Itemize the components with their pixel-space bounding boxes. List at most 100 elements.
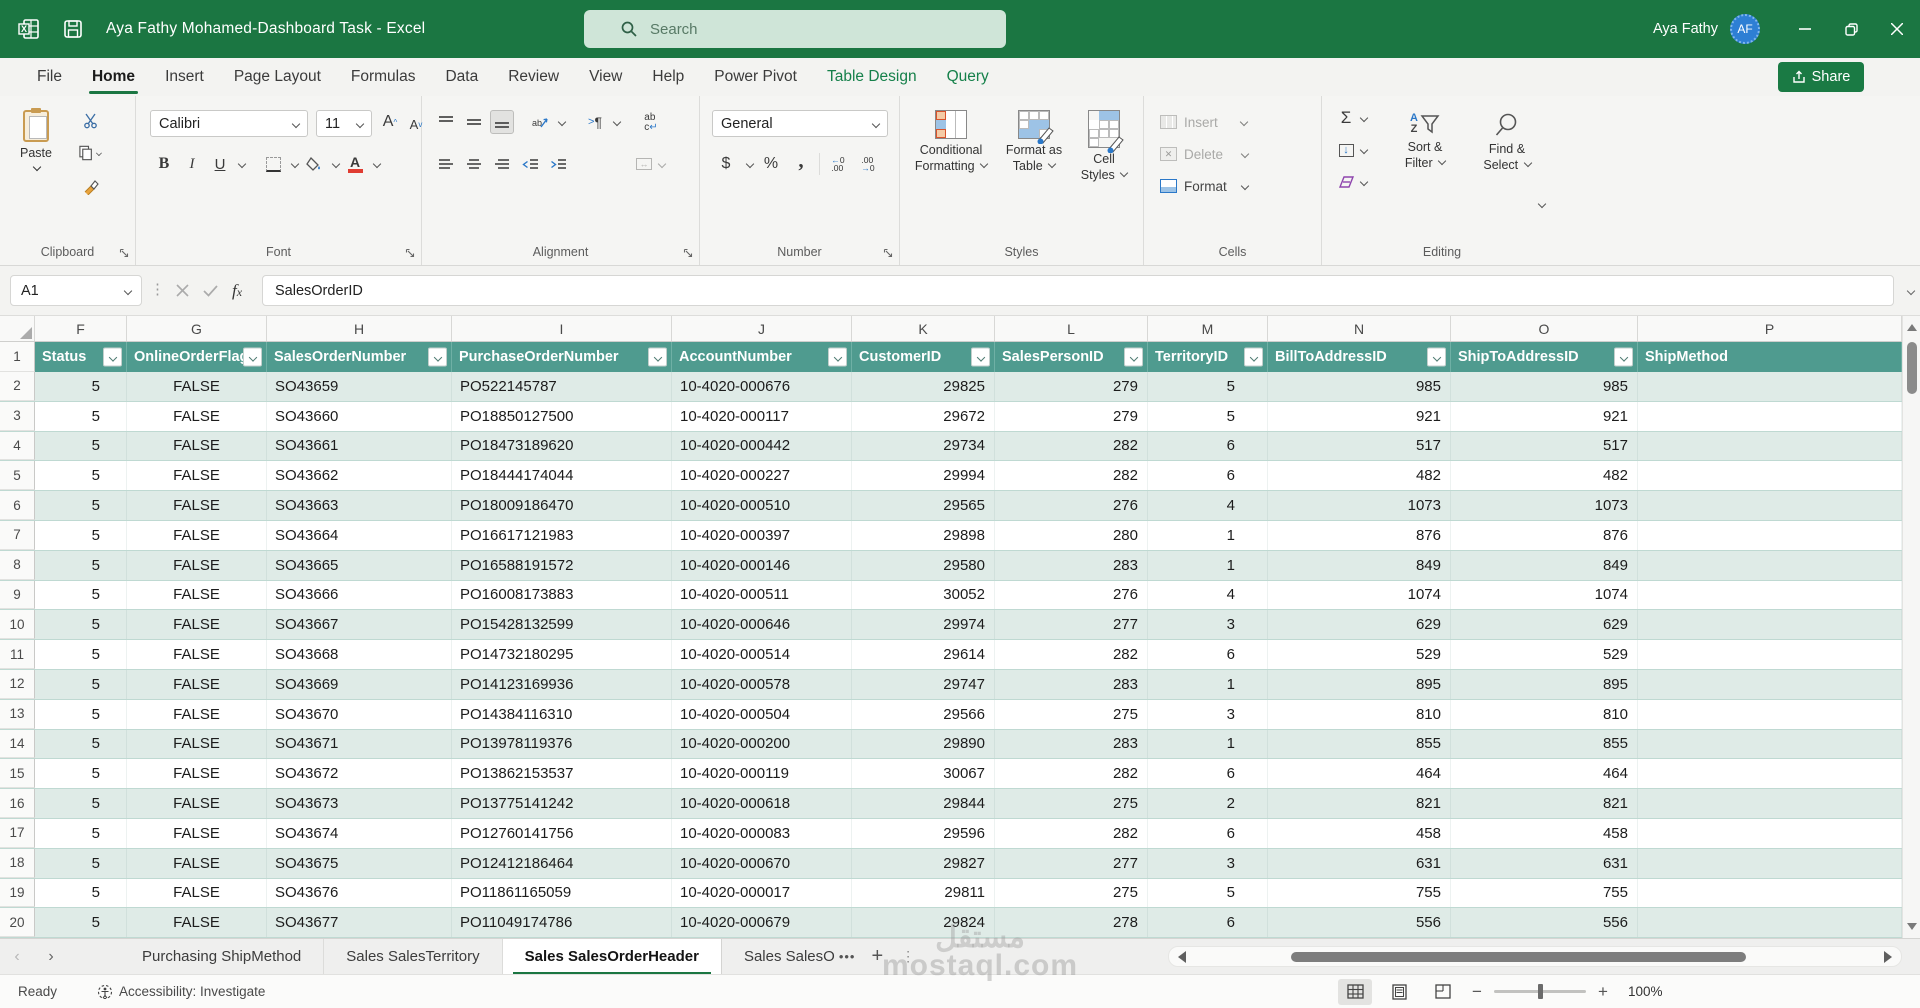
- cell[interactable]: 5: [1148, 402, 1268, 431]
- cell[interactable]: [1638, 402, 1902, 431]
- cell[interactable]: 282: [995, 432, 1148, 461]
- sheet-tab-sales-salesorderheader[interactable]: Sales SalesOrderHeader: [503, 939, 722, 975]
- cell[interactable]: 921: [1451, 402, 1638, 431]
- zoom-in-button[interactable]: +: [1596, 982, 1610, 1002]
- cell[interactable]: FALSE: [127, 819, 267, 848]
- cell[interactable]: 30067: [852, 759, 995, 788]
- cell[interactable]: PO13862153537: [452, 759, 672, 788]
- cell[interactable]: SO43676: [267, 879, 452, 908]
- cell[interactable]: PO12760141756: [452, 819, 672, 848]
- cell[interactable]: [1638, 581, 1902, 610]
- copy-button[interactable]: [78, 141, 102, 165]
- cell[interactable]: 29994: [852, 461, 995, 490]
- normal-view-button[interactable]: [1338, 979, 1372, 1005]
- cell[interactable]: 2: [1148, 789, 1268, 818]
- cell[interactable]: FALSE: [127, 402, 267, 431]
- cell[interactable]: 10-4020-000646: [672, 610, 852, 639]
- cell[interactable]: 5: [35, 581, 127, 610]
- sort-filter-button[interactable]: AZ Sort &Filter: [1388, 108, 1462, 175]
- cell[interactable]: SO43677: [267, 908, 452, 937]
- cell[interactable]: FALSE: [127, 432, 267, 461]
- table-row[interactable]: 175FALSESO43674PO1276014175610-4020-0000…: [0, 819, 1902, 849]
- cell[interactable]: 280: [995, 521, 1148, 550]
- cell[interactable]: 5: [35, 640, 127, 669]
- increase-font-button[interactable]: A^: [378, 110, 402, 134]
- cell[interactable]: 10-4020-000510: [672, 491, 852, 520]
- cell[interactable]: 276: [995, 581, 1148, 610]
- wrap-text-button[interactable]: abc↵: [634, 108, 668, 138]
- cell[interactable]: FALSE: [127, 879, 267, 908]
- close-button[interactable]: [1874, 0, 1920, 58]
- cell[interactable]: 282: [995, 640, 1148, 669]
- cell[interactable]: 10-4020-000514: [672, 640, 852, 669]
- cell[interactable]: 529: [1268, 640, 1451, 669]
- cell[interactable]: PO18444174044: [452, 461, 672, 490]
- sheet-tab-purchasing-shipmethod[interactable]: Purchasing ShipMethod: [120, 939, 324, 975]
- cell[interactable]: 282: [995, 819, 1148, 848]
- cell[interactable]: 849: [1451, 551, 1638, 580]
- cell[interactable]: 10-4020-000117: [672, 402, 852, 431]
- table-row[interactable]: 145FALSESO43671PO1397811937610-4020-0002…: [0, 730, 1902, 760]
- row-header-13[interactable]: 13: [0, 700, 35, 729]
- cell[interactable]: 464: [1451, 759, 1638, 788]
- conditional-formatting-button[interactable]: ConditionalFormatting: [908, 106, 994, 178]
- cell[interactable]: 29898: [852, 521, 995, 550]
- cell[interactable]: 458: [1268, 819, 1451, 848]
- cell[interactable]: 1074: [1268, 581, 1451, 610]
- cell[interactable]: 3: [1148, 610, 1268, 639]
- cell[interactable]: FALSE: [127, 461, 267, 490]
- cell[interactable]: 5: [35, 461, 127, 490]
- align-left-button[interactable]: [434, 152, 458, 176]
- cell[interactable]: FALSE: [127, 759, 267, 788]
- cell[interactable]: 3: [1148, 849, 1268, 878]
- ribbon-tab-insert[interactable]: Insert: [150, 58, 219, 96]
- cell[interactable]: 277: [995, 610, 1148, 639]
- autosum-button[interactable]: Σ: [1334, 106, 1358, 130]
- table-column-header-billtoaddressid[interactable]: BillToAddressID: [1268, 342, 1451, 372]
- zoom-slider[interactable]: [1494, 990, 1586, 993]
- ribbon-tab-page-layout[interactable]: Page Layout: [219, 58, 336, 96]
- row-header-3[interactable]: 3: [0, 402, 35, 431]
- spreadsheet-grid[interactable]: FGHIJKLMNOP 1StatusOnlineOrderFlagSalesO…: [0, 316, 1902, 938]
- cell[interactable]: SO43672: [267, 759, 452, 788]
- expand-formula-bar-chevron[interactable]: [1907, 287, 1915, 295]
- format-as-table-button[interactable]: Format asTable: [998, 106, 1070, 178]
- name-box[interactable]: A1: [10, 275, 142, 306]
- cell[interactable]: 283: [995, 730, 1148, 759]
- row-header-7[interactable]: 7: [0, 521, 35, 550]
- cell[interactable]: 29596: [852, 819, 995, 848]
- number-format-combo[interactable]: General: [712, 110, 888, 137]
- cell[interactable]: 275: [995, 700, 1148, 729]
- cell[interactable]: 283: [995, 670, 1148, 699]
- row-header-15[interactable]: 15: [0, 759, 35, 788]
- cell[interactable]: 5: [35, 491, 127, 520]
- cell[interactable]: 821: [1451, 789, 1638, 818]
- cell[interactable]: 10-4020-000511: [672, 581, 852, 610]
- zoom-out-button[interactable]: −: [1470, 982, 1484, 1002]
- cell[interactable]: 876: [1451, 521, 1638, 550]
- row-header-14[interactable]: 14: [0, 730, 35, 759]
- cell[interactable]: 30052: [852, 581, 995, 610]
- orientation-button[interactable]: ab: [528, 110, 552, 134]
- table-row[interactable]: 55FALSESO43662PO1844417404410-4020-00022…: [0, 461, 1902, 491]
- find-select-button[interactable]: Find &Select: [1470, 108, 1544, 177]
- accounting-format-button[interactable]: $: [714, 152, 738, 176]
- cell[interactable]: SO43665: [267, 551, 452, 580]
- table-row[interactable]: 165FALSESO43673PO1377514124210-4020-0006…: [0, 789, 1902, 819]
- cell[interactable]: 29827: [852, 849, 995, 878]
- table-row[interactable]: 185FALSESO43675PO1241218646410-4020-0006…: [0, 849, 1902, 879]
- cell[interactable]: 855: [1451, 730, 1638, 759]
- cell[interactable]: 810: [1451, 700, 1638, 729]
- cell[interactable]: 282: [995, 461, 1148, 490]
- cell[interactable]: 895: [1451, 670, 1638, 699]
- cell[interactable]: PO16617121983: [452, 521, 672, 550]
- vertical-scroll-thumb[interactable]: [1907, 342, 1917, 394]
- cell[interactable]: 556: [1451, 908, 1638, 937]
- table-column-header-salesordernumber[interactable]: SalesOrderNumber: [267, 342, 452, 372]
- cell[interactable]: 6: [1148, 640, 1268, 669]
- table-row[interactable]: 65FALSESO43663PO1800918647010-4020-00051…: [0, 491, 1902, 521]
- table-row[interactable]: 195FALSESO43676PO1186116505910-4020-0000…: [0, 879, 1902, 909]
- cell[interactable]: SO43666: [267, 581, 452, 610]
- cell[interactable]: PO12412186464: [452, 849, 672, 878]
- ribbon-tab-home[interactable]: Home: [77, 58, 150, 96]
